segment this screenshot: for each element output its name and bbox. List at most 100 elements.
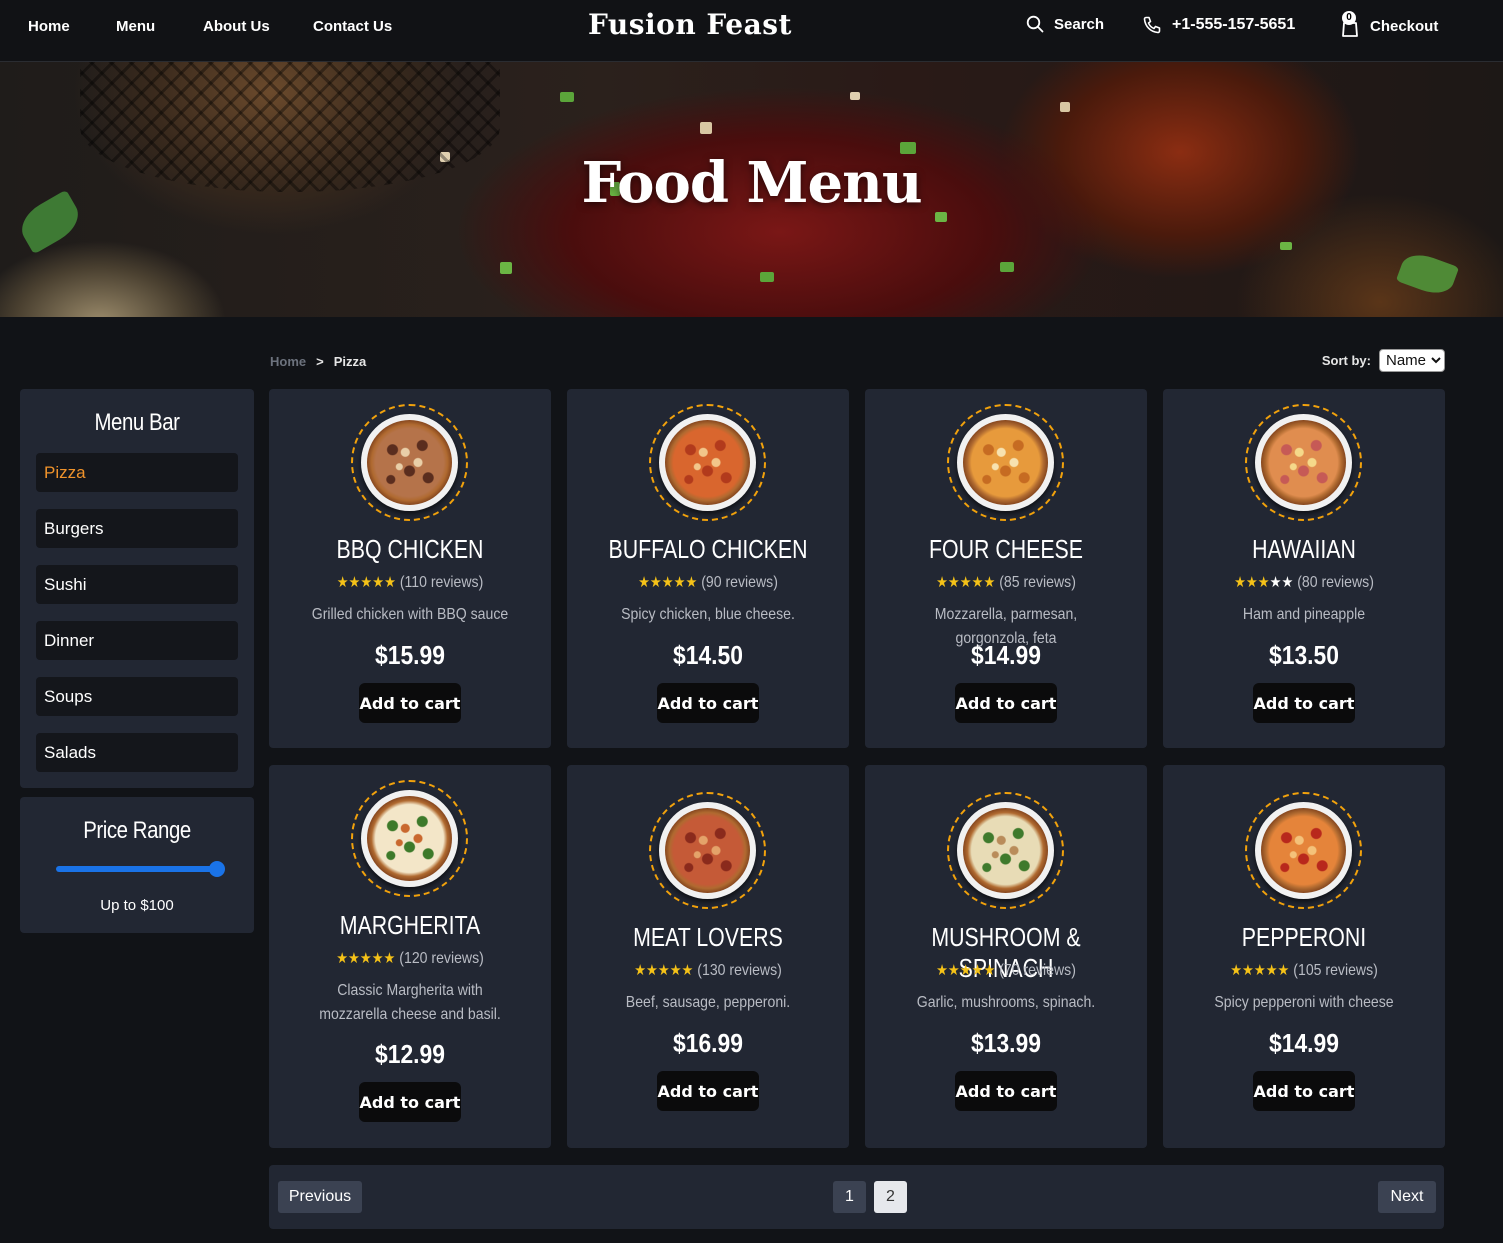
pizza-image[interactable] [957, 414, 1054, 511]
star-icon: ★ [336, 574, 349, 591]
product-description: Spicy chicken, blue cheese. [621, 606, 795, 623]
product-price: $14.99 [971, 640, 1041, 670]
product-price: $14.99 [1269, 1028, 1339, 1058]
star-icon: ★ [673, 574, 686, 591]
product-card: MEAT LOVERS ★★★★★ (130 reviews) Beef, saus… [567, 765, 849, 1148]
add-to-cart-button[interactable]: Add to cart [359, 683, 461, 723]
product-card: HAWAIIAN ★★★★★ (80 reviews) Ham and pineap… [1163, 389, 1445, 748]
star-icon: ★ [1242, 962, 1254, 979]
sidebar-item-salads[interactable]: Salads [36, 733, 238, 772]
rating-stars: ★★★★★ [1230, 962, 1289, 979]
page-2-button[interactable]: 2 [874, 1181, 907, 1213]
add-to-cart-button[interactable]: Add to cart [657, 1071, 759, 1111]
product-card: MUSHROOM & SPINACH ★★★★★ (70 reviews) Garl… [865, 765, 1147, 1148]
search-button[interactable]: Search [1026, 15, 1104, 33]
price-range-slider[interactable] [56, 861, 225, 877]
page-1-button[interactable]: 1 [833, 1181, 866, 1213]
star-icon: ★ [681, 962, 694, 979]
star-icon: ★ [947, 574, 960, 591]
add-to-cart-button[interactable]: Add to cart [1253, 1071, 1355, 1111]
breadcrumb-home[interactable]: Home [270, 354, 306, 369]
star-icon: ★ [359, 950, 372, 967]
star-icon: ★ [646, 962, 658, 979]
rating-stars: ★★★★★ [638, 574, 697, 591]
product-image-frame [649, 792, 766, 909]
product-name: BUFFALO CHICKEN [608, 534, 808, 564]
star-icon: ★ [959, 962, 972, 979]
menu-bar-title: Menu Bar [94, 409, 180, 436]
hero-banner: Food Menu [0, 62, 1503, 317]
review-count: (90 reviews) [701, 574, 778, 591]
rating-stars: ★★★★★ [936, 962, 995, 979]
star-icon: ★ [384, 574, 396, 591]
review-count: (110 reviews) [399, 574, 484, 591]
add-to-cart-button[interactable]: Add to cart [657, 683, 759, 723]
product-image-frame [1245, 404, 1362, 521]
product-rating: ★★★★★ (120 reviews) [286, 949, 534, 968]
product-card: MARGHERITA ★★★★★ (120 reviews) Classic Mar… [269, 765, 551, 1148]
pizza-image[interactable] [1255, 802, 1352, 899]
product-price: $14.50 [673, 640, 743, 670]
star-icon: ★ [336, 950, 349, 967]
slider-thumb[interactable] [209, 861, 225, 877]
product-rating: ★★★★★ (80 reviews) [1180, 573, 1428, 592]
pizza-image[interactable] [361, 790, 458, 887]
pizza-image[interactable] [957, 802, 1054, 899]
price-range-value: Up to $100 [100, 897, 174, 914]
previous-button[interactable]: Previous [278, 1181, 362, 1213]
pizza-image[interactable] [361, 414, 458, 511]
star-icon: ★ [661, 574, 674, 591]
sidebar-item-soups[interactable]: Soups [36, 677, 238, 716]
rating-stars: ★★★★★ [336, 950, 395, 967]
product-description: Classic Margherita with mozzarella chees… [319, 982, 501, 1023]
product-name: MARGHERITA [339, 910, 481, 940]
product-description: Garlic, mushrooms, spinach. [916, 994, 1096, 1011]
brand-logo[interactable]: Fusion Feast [588, 8, 792, 41]
pizza-image[interactable] [659, 802, 756, 899]
review-count: (80 reviews) [1297, 574, 1374, 591]
add-to-cart-button[interactable]: Add to cart [955, 683, 1057, 723]
phone-number: +1-555-157-5651 [1172, 16, 1296, 33]
product-image-frame [649, 404, 766, 521]
add-to-cart-button[interactable]: Add to cart [359, 1082, 461, 1122]
product-price: $13.99 [971, 1028, 1041, 1058]
sidebar-item-pizza[interactable]: Pizza [36, 453, 238, 492]
star-icon: ★ [372, 574, 385, 591]
next-button[interactable]: Next [1378, 1181, 1436, 1213]
add-to-cart-button[interactable]: Add to cart [955, 1071, 1057, 1111]
nav-contact-link[interactable]: Contact Us [313, 18, 392, 35]
pizza-image[interactable] [1255, 414, 1352, 511]
sidebar-item-burgers[interactable]: Burgers [36, 509, 238, 548]
price-range-panel: Price Range Up to $100 [20, 797, 254, 933]
sort-select[interactable]: Name [1379, 349, 1445, 372]
sort-control: Sort by: Name [1322, 349, 1445, 372]
rating-stars: ★★★★★ [936, 574, 995, 591]
star-icon: ★ [1269, 574, 1282, 591]
product-name: BBQ CHICKEN [336, 534, 484, 564]
star-icon: ★ [634, 962, 647, 979]
product-rating: ★★★★★ (70 reviews) [882, 961, 1130, 980]
add-to-cart-button[interactable]: Add to cart [1253, 683, 1355, 723]
phone-link[interactable]: +1-555-157-5651 [1142, 15, 1295, 35]
phone-icon [1143, 16, 1161, 34]
product-name: FOUR CHEESE [928, 534, 1084, 564]
product-card: BBQ CHICKEN ★★★★★ (110 reviews) Grilled ch… [269, 389, 551, 748]
star-icon: ★ [383, 950, 396, 967]
nav-menu-link[interactable]: Menu [116, 18, 155, 35]
product-rating: ★★★★★ (90 reviews) [584, 573, 832, 592]
product-image-frame [351, 404, 468, 521]
breadcrumb-current: Pizza [333, 354, 367, 369]
product-card: BUFFALO CHICKEN ★★★★★ (90 reviews) Spicy c… [567, 389, 849, 748]
star-icon: ★ [947, 962, 960, 979]
rating-stars: ★★★★★ [337, 574, 396, 591]
nav-about-link[interactable]: About Us [203, 18, 270, 35]
sidebar-item-sushi[interactable]: Sushi [36, 565, 238, 604]
rating-stars: ★★★★★ [1234, 574, 1293, 591]
star-icon: ★ [1245, 574, 1258, 591]
pizza-image[interactable] [659, 414, 756, 511]
checkout-button[interactable]: 0 Checkout [1340, 11, 1439, 37]
nav-home-link[interactable]: Home [28, 18, 70, 35]
sidebar-item-dinner[interactable]: Dinner [36, 621, 238, 660]
star-icon: ★ [971, 962, 984, 979]
checkout-label: Checkout [1370, 17, 1439, 35]
